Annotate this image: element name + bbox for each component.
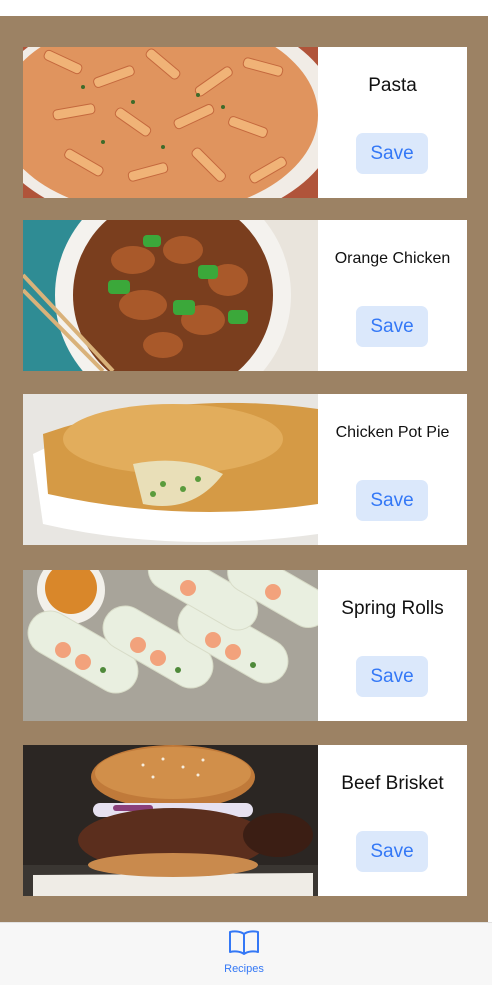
recipe-title: Spring Rolls bbox=[341, 598, 444, 619]
tab-bar: Recipes bbox=[0, 922, 492, 985]
recipe-image-pasta bbox=[23, 47, 318, 198]
recipe-image-spring-rolls bbox=[23, 570, 318, 721]
recipe-card-orange-chicken[interactable]: Orange Chicken Save bbox=[23, 220, 467, 371]
recipe-details: Beef Brisket Save bbox=[318, 745, 467, 896]
recipe-details: Pasta Save bbox=[318, 47, 467, 198]
save-button-beef-brisket[interactable]: Save bbox=[356, 831, 428, 872]
recipe-image-orange-chicken bbox=[23, 220, 318, 371]
recipe-title: Orange Chicken bbox=[334, 250, 451, 267]
book-icon bbox=[228, 929, 260, 960]
recipe-card-pasta[interactable]: Pasta Save bbox=[23, 47, 467, 198]
recipe-image-beef-brisket bbox=[23, 745, 318, 896]
window-edge bbox=[488, 16, 492, 922]
recipe-title: Chicken Pot Pie bbox=[335, 424, 450, 441]
save-button-chicken-pot-pie[interactable]: Save bbox=[356, 480, 428, 521]
recipe-details: Spring Rolls Save bbox=[318, 570, 467, 721]
status-bar bbox=[0, 0, 492, 16]
recipe-card-chicken-pot-pie[interactable]: Chicken Pot Pie Save bbox=[23, 394, 467, 545]
recipe-details: Orange Chicken Save bbox=[318, 220, 467, 371]
recipe-title: Beef Brisket bbox=[341, 773, 444, 794]
recipe-list[interactable]: Pasta Save Orange Chicken Save Chicken P… bbox=[0, 16, 488, 922]
recipe-card-beef-brisket[interactable]: Beef Brisket Save bbox=[23, 745, 467, 896]
recipe-card-spring-rolls[interactable]: Spring Rolls Save bbox=[23, 570, 467, 721]
save-button-pasta[interactable]: Save bbox=[356, 133, 428, 174]
save-button-spring-rolls[interactable]: Save bbox=[356, 656, 428, 697]
recipe-image-chicken-pot-pie bbox=[23, 394, 318, 545]
recipe-title: Pasta bbox=[368, 75, 417, 96]
recipe-details: Chicken Pot Pie Save bbox=[318, 394, 467, 545]
save-button-orange-chicken[interactable]: Save bbox=[356, 306, 428, 347]
tab-recipes[interactable]: Recipes bbox=[214, 929, 274, 983]
tab-label: Recipes bbox=[224, 963, 264, 975]
